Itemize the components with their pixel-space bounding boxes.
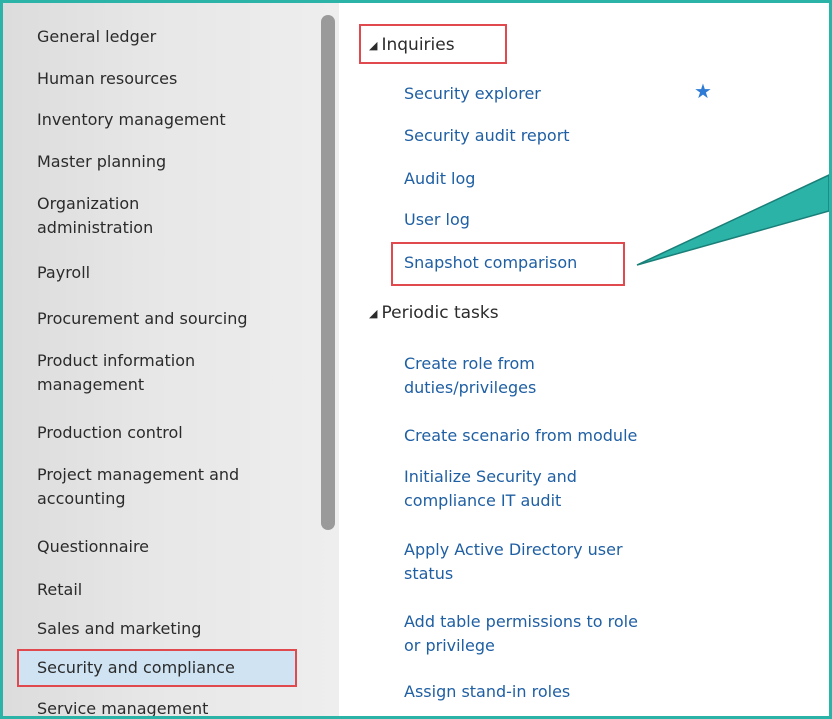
sidebar-item-general-ledger[interactable]: General ledger [37,25,307,49]
sidebar-item-questionnaire[interactable]: Questionnaire [37,535,307,559]
sidebar-item-master-planning[interactable]: Master planning [37,150,307,174]
sidebar-item-service-management[interactable]: Service management [37,697,307,716]
group-header-periodic-tasks[interactable]: ◢ Periodic tasks [369,301,499,326]
sidebar-item-security-and-compliance[interactable]: Security and compliance [17,649,297,687]
sidebar-item-retail[interactable]: Retail [37,578,307,602]
triangle-down-icon: ◢ [369,39,378,52]
link-create-role-from-duties[interactable]: Create role from duties/privileges [404,352,584,400]
sidebar-item-inventory-management[interactable]: Inventory management [37,108,307,132]
star-icon[interactable]: ★ [694,79,712,103]
link-user-log[interactable]: User log [404,208,724,232]
window-frame: General ledger Human resources Inventory… [0,0,832,719]
link-create-scenario-from-module[interactable]: Create scenario from module [404,424,724,448]
group-header-inquiries[interactable]: ◢ Inquiries [369,33,455,58]
group-title: Inquiries [381,35,455,55]
sidebar-scrollbar[interactable] [321,15,335,530]
link-apply-active-directory-status[interactable]: Apply Active Directory user status [404,538,644,586]
sidebar-item-sales-and-marketing[interactable]: Sales and marketing [37,617,307,641]
link-assign-stand-in-roles[interactable]: Assign stand-in roles [404,680,724,704]
group-title: Periodic tasks [381,303,499,323]
triangle-down-icon: ◢ [369,307,378,320]
menu-content: ◢ Inquiries Security explorer ★ Security … [339,3,829,716]
link-add-table-permissions[interactable]: Add table permissions to role or privile… [404,610,654,658]
module-sidebar: General ledger Human resources Inventory… [3,3,339,716]
link-security-audit-report[interactable]: Security audit report [404,124,724,148]
link-security-explorer[interactable]: Security explorer [404,82,724,106]
sidebar-item-payroll[interactable]: Payroll [37,261,307,285]
sidebar-item-procurement-and-sourcing[interactable]: Procurement and sourcing [37,307,307,331]
link-audit-log[interactable]: Audit log [404,167,724,191]
sidebar-item-project-management-and-accounting[interactable]: Project management and accounting [37,463,287,511]
sidebar-item-production-control[interactable]: Production control [37,421,307,445]
link-initialize-security-audit[interactable]: Initialize Security and compliance IT au… [404,465,634,513]
sidebar-item-human-resources[interactable]: Human resources [37,67,307,91]
sidebar-item-product-information-management[interactable]: Product information management [37,349,237,397]
sidebar-item-organization-administration[interactable]: Organization administration [37,192,187,240]
link-snapshot-comparison[interactable]: Snapshot comparison [404,251,724,275]
